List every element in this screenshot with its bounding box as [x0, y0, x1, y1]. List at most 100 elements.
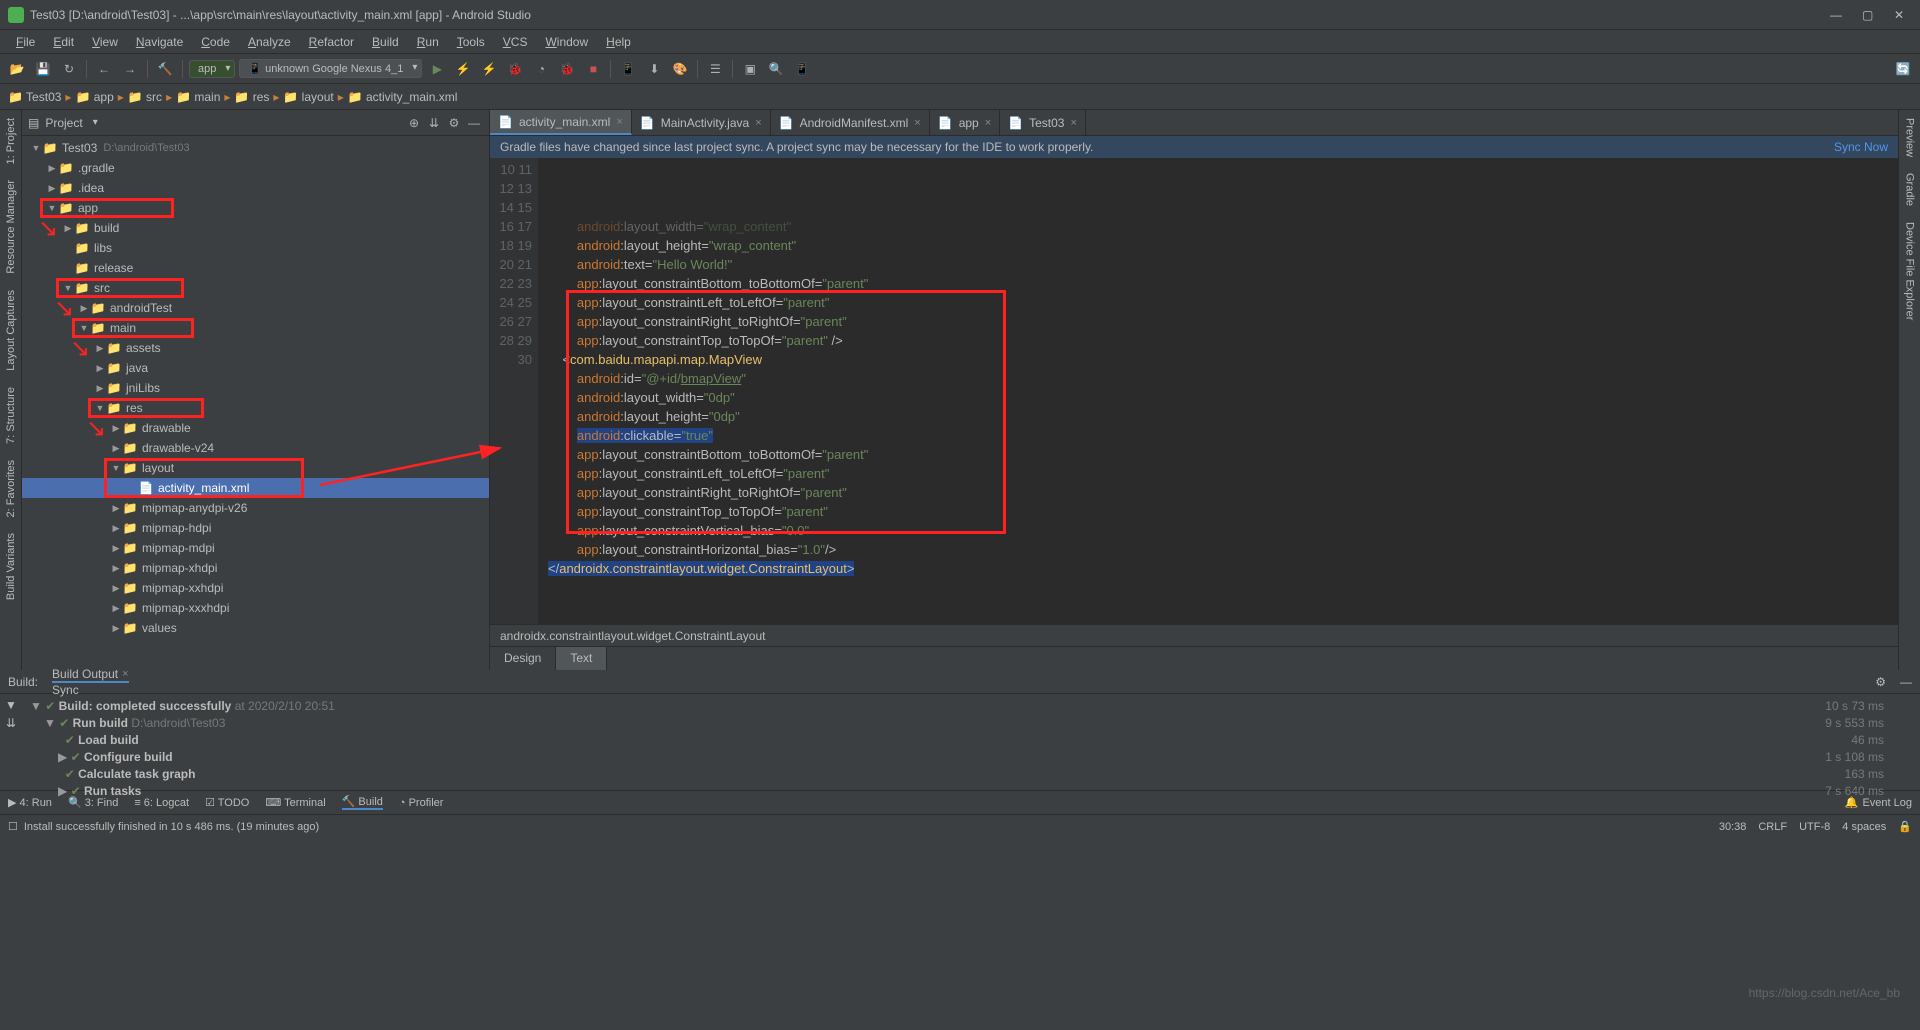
code-line[interactable]: app:layout_constraintLeft_toLeftOf="pare… [548, 293, 1898, 312]
tree-row[interactable]: 📄activity_main.xml [22, 478, 489, 498]
attach-icon[interactable]: 🐞 [556, 58, 578, 80]
menu-code[interactable]: Code [193, 33, 238, 51]
close-tab-icon[interactable]: × [1070, 117, 1076, 129]
menu-edit[interactable]: Edit [45, 33, 82, 51]
build-gear-icon[interactable]: ⚙ [1875, 675, 1886, 689]
forward-icon[interactable]: → [119, 58, 141, 80]
tree-row[interactable]: ▶📁build [22, 218, 489, 238]
editor-tab[interactable]: 📄MainActivity.java× [632, 110, 771, 135]
device-window-icon[interactable]: 📱 [791, 58, 813, 80]
build-expand-icon[interactable]: ⇊ [6, 716, 16, 730]
editor-tab[interactable]: 📄AndroidManifest.xml× [771, 110, 930, 135]
tree-row[interactable]: ▶📁mipmap-hdpi [22, 518, 489, 538]
tree-row[interactable]: ▶📁values [22, 618, 489, 638]
close-button[interactable]: ✕ [1894, 8, 1908, 22]
tree-row[interactable]: ▶📁androidTest [22, 298, 489, 318]
breadcrumb-item[interactable]: ▸ 📁 layout [273, 90, 333, 104]
debug-icon[interactable]: 🐞 [504, 58, 526, 80]
build-hide-icon[interactable]: — [1900, 675, 1912, 689]
resource-icon[interactable]: 🎨 [669, 58, 691, 80]
close-tab-icon[interactable]: × [755, 117, 761, 129]
close-tab-icon[interactable]: × [616, 116, 622, 128]
breadcrumb-item[interactable]: ▸ 📁 res [224, 90, 269, 104]
menu-analyze[interactable]: Analyze [240, 33, 299, 51]
menu-view[interactable]: View [84, 33, 126, 51]
build-line[interactable]: ✔ Load build [30, 732, 1890, 749]
project-panel-title[interactable]: ▤ Project ▾ [28, 116, 403, 130]
code-line[interactable]: app:layout_constraintVertical_bias="0.0" [548, 521, 1898, 540]
left-tab[interactable]: Build Variants [3, 529, 19, 604]
tree-row[interactable]: ▶📁mipmap-mdpi [22, 538, 489, 558]
tree-row[interactable]: ▶📁drawable [22, 418, 489, 438]
apply-changes-icon[interactable]: ⚡ [452, 58, 474, 80]
menu-run[interactable]: Run [409, 33, 447, 51]
hide-icon[interactable]: — [465, 114, 483, 132]
locate-icon[interactable]: ⊕ [405, 114, 423, 132]
code-line[interactable]: app:layout_constraintBottom_toBottomOf="… [548, 445, 1898, 464]
code-line[interactable]: android:text="Hello World!" [548, 255, 1898, 274]
run-icon[interactable]: ▶ [426, 58, 448, 80]
left-tab[interactable]: Layout Captures [3, 286, 19, 375]
code-line[interactable]: android:clickable="true" [548, 426, 1898, 445]
left-tab[interactable]: 2: Favorites [3, 456, 19, 521]
run-anything-icon[interactable]: ▣ [739, 58, 761, 80]
code-line[interactable]: android:layout_height="0dp" [548, 407, 1898, 426]
code-line[interactable]: </androidx.constraintlayout.widget.Const… [548, 559, 1898, 578]
encoding[interactable]: UTF-8 [1799, 821, 1830, 833]
tree-row[interactable]: ▼📁src [22, 278, 489, 298]
code-line[interactable]: app:layout_constraintTop_toTopOf="parent… [548, 502, 1898, 521]
menu-vcs[interactable]: VCS [495, 33, 536, 51]
build-line[interactable]: ▶ ✔ Run tasks [30, 783, 1890, 800]
save-icon[interactable]: 💾 [32, 58, 54, 80]
left-tab[interactable]: Resource Manager [3, 176, 19, 278]
breadcrumb-item[interactable]: ▸ 📁 src [118, 90, 162, 104]
updates-icon[interactable]: 🔄 [1892, 58, 1914, 80]
device-combo[interactable]: 📱 unknown Google Nexus 4_1 [239, 59, 422, 78]
code-line[interactable]: app:layout_constraintBottom_toBottomOf="… [548, 274, 1898, 293]
design-tab-design[interactable]: Design [490, 647, 556, 670]
tree-row[interactable]: ▶📁jniLibs [22, 378, 489, 398]
stop-icon[interactable]: ■ [582, 58, 604, 80]
sync-now-link[interactable]: Sync Now [1834, 140, 1888, 154]
tree-row[interactable]: ▶📁mipmap-xxxhdpi [22, 598, 489, 618]
menu-help[interactable]: Help [598, 33, 639, 51]
code-line[interactable]: <com.baidu.mapapi.map.MapView [548, 350, 1898, 369]
search-icon[interactable]: 🔍 [765, 58, 787, 80]
tree-row[interactable]: ▼📁main [22, 318, 489, 338]
tree-row[interactable]: 📁libs [22, 238, 489, 258]
breadcrumb-item[interactable]: 📁 Test03 [8, 90, 61, 104]
sdk-icon[interactable]: ⬇ [643, 58, 665, 80]
tree-row[interactable]: 📁release [22, 258, 489, 278]
code-line[interactable]: android:id="@+id/bmapView" [548, 369, 1898, 388]
menu-window[interactable]: Window [537, 33, 596, 51]
open-icon[interactable]: 📂 [6, 58, 28, 80]
menu-refactor[interactable]: Refactor [301, 33, 362, 51]
design-tab-text[interactable]: Text [556, 647, 607, 670]
tree-row[interactable]: ▶📁mipmap-anydpi-v26 [22, 498, 489, 518]
breadcrumb-item[interactable]: ▸ 📁 activity_main.xml [338, 90, 458, 104]
tree-row[interactable]: ▶📁drawable-v24 [22, 438, 489, 458]
caret-position[interactable]: 30:38 [1719, 821, 1747, 833]
tree-row[interactable]: ▼📁app [22, 198, 489, 218]
structure-icon[interactable]: ☰ [704, 58, 726, 80]
menu-tools[interactable]: Tools [449, 33, 493, 51]
line-ending[interactable]: CRLF [1758, 821, 1787, 833]
left-tab[interactable]: 1: Project [3, 114, 19, 168]
maximize-button[interactable]: ▢ [1862, 8, 1876, 22]
tree-row[interactable]: ▼📁res [22, 398, 489, 418]
indent[interactable]: 4 spaces [1842, 821, 1886, 833]
sync-icon[interactable]: ↻ [58, 58, 80, 80]
tree-row[interactable]: ▶📁assets [22, 338, 489, 358]
breadcrumb-item[interactable]: ▸ 📁 main [166, 90, 220, 104]
code-line[interactable]: app:layout_constraintRight_toRightOf="pa… [548, 483, 1898, 502]
code-line[interactable]: app:layout_constraintHorizontal_bias="1.… [548, 540, 1898, 559]
project-tree[interactable]: ▼📁Test03D:\android\Test03▶📁.gradle▶📁.ide… [22, 136, 489, 670]
right-tab[interactable]: Gradle [1902, 169, 1918, 210]
code-line[interactable]: app:layout_constraintTop_toTopOf="parent… [548, 331, 1898, 350]
left-tab[interactable]: 7: Structure [3, 383, 19, 448]
avd-icon[interactable]: 📱 [617, 58, 639, 80]
code-line[interactable]: app:layout_constraintRight_toRightOf="pa… [548, 312, 1898, 331]
minimize-button[interactable]: — [1830, 8, 1844, 22]
run-config-combo[interactable]: app [189, 60, 235, 78]
tree-row[interactable]: ▶📁.idea [22, 178, 489, 198]
